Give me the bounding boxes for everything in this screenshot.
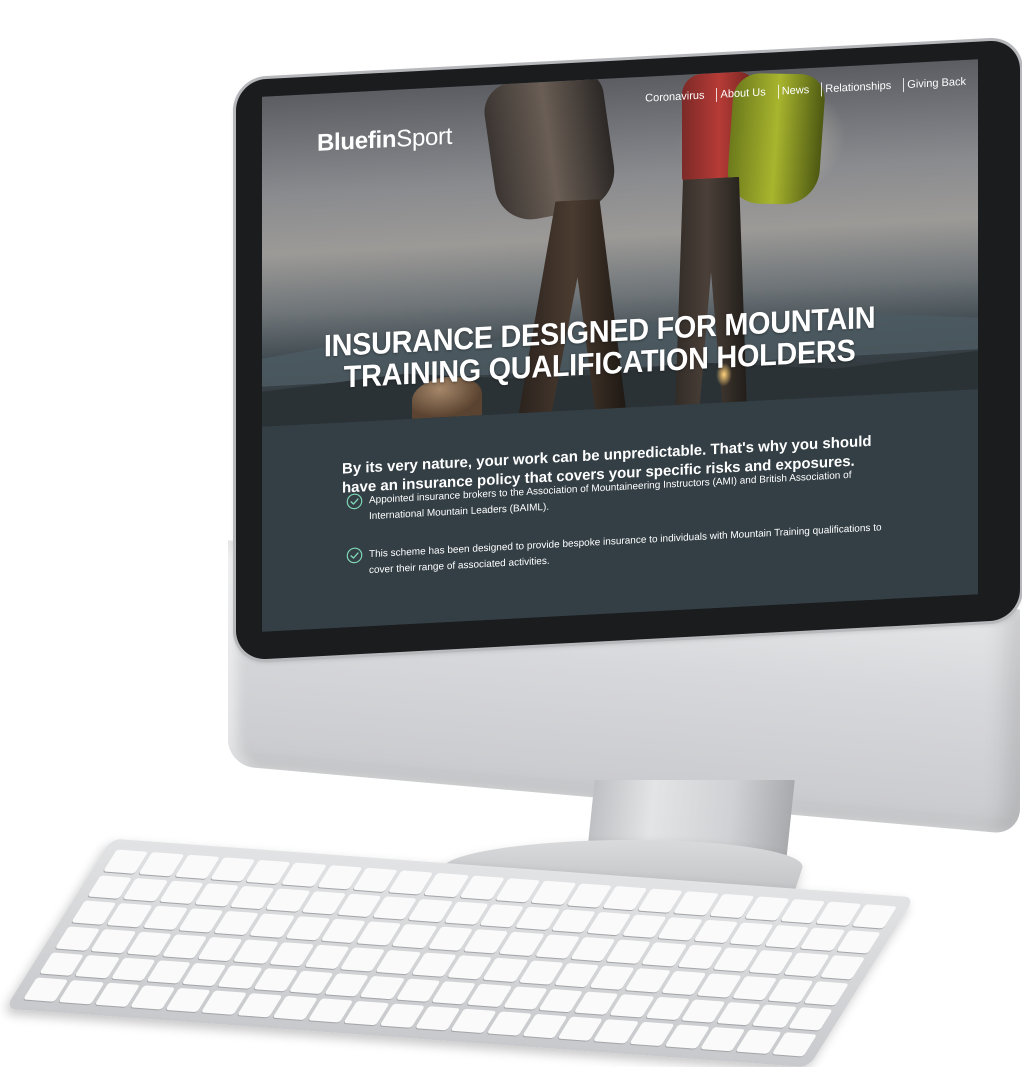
check-circle-icon	[346, 493, 363, 510]
nav-item-about-us[interactable]: About Us	[716, 84, 778, 102]
hero-banner: BluefinSport Coronavirus About Us News R…	[262, 59, 978, 427]
nav-item-coronavirus[interactable]: Coronavirus	[642, 88, 716, 106]
check-circle-icon	[346, 547, 363, 564]
logo-bold-text: Bluefin	[317, 125, 397, 157]
feature-point-text: This scheme has been designed to provide…	[369, 522, 882, 577]
feature-point: This scheme has been designed to provide…	[346, 520, 886, 580]
nav-item-giving-back[interactable]: Giving Back	[903, 74, 978, 93]
nav-item-news[interactable]: News	[777, 82, 822, 99]
nav-item-relationships[interactable]: Relationships	[821, 78, 904, 97]
intro-panel: By its very nature, your work can be unp…	[262, 389, 978, 632]
bluefin-sport-logo[interactable]: BluefinSport	[317, 123, 452, 158]
imac-screen: BluefinSport Coronavirus About Us News R…	[262, 59, 978, 632]
imac-mockup-scene: BluefinSport Coronavirus About Us News R…	[0, 0, 1022, 1067]
logo-light-text: Sport	[396, 122, 453, 153]
